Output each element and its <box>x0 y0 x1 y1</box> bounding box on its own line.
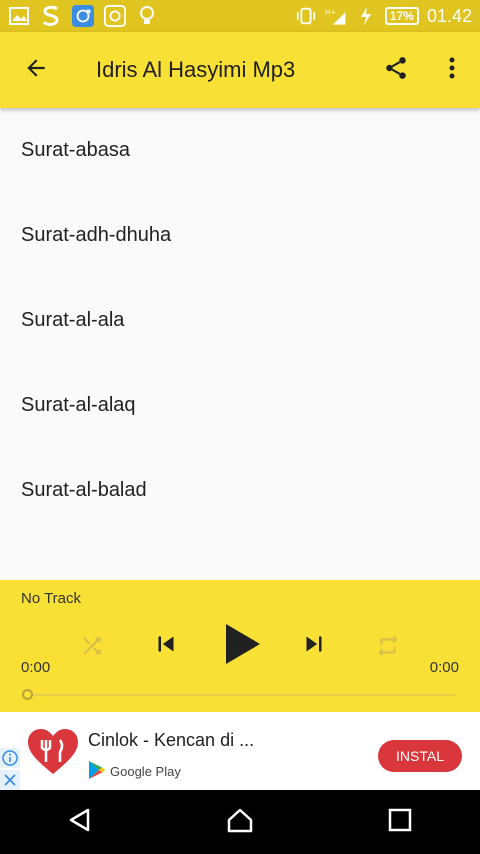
repeat-button[interactable] <box>368 628 408 668</box>
shuffle-icon <box>79 633 105 664</box>
nav-back-button[interactable] <box>50 790 110 854</box>
svg-text:H+: H+ <box>325 7 336 16</box>
skip-next-icon <box>299 629 329 664</box>
elapsed-time: 0:00 <box>21 659 51 676</box>
play-icon <box>222 622 262 671</box>
status-bar: H+ 17% 01.42 <box>0 0 480 32</box>
track-item-al-ala[interactable]: Surat-al-ala <box>0 278 480 363</box>
track-item-abasa[interactable]: Surat-abasa <box>0 108 480 193</box>
repeat-icon <box>375 633 401 664</box>
page-title: Idris Al Hasyimi Mp3 <box>96 57 296 82</box>
ad-store-name: Google Play <box>110 764 181 779</box>
install-button[interactable]: INSTAL <box>378 740 462 772</box>
ad-title: Cinlok - Kencan di ... <box>88 730 255 750</box>
ad-close-icon[interactable] <box>0 770 20 790</box>
app-bar: Idris Al Hasyimi Mp3 <box>0 32 480 108</box>
s-app-notification-icon <box>40 5 62 27</box>
skip-previous-icon <box>151 629 181 664</box>
nav-recents-button[interactable] <box>370 790 430 854</box>
seek-bar[interactable] <box>28 694 456 696</box>
share-button[interactable] <box>368 32 424 108</box>
track-item-al-alaq[interactable]: Surat-al-alaq <box>0 363 480 448</box>
lightbulb-notification-icon <box>136 5 158 27</box>
seek-thumb[interactable] <box>22 689 33 700</box>
track-label: Surat-al-balad <box>21 479 147 501</box>
overflow-menu-button[interactable] <box>424 32 480 108</box>
ad-banner[interactable]: Cinlok - Kencan di ... Google Play INSTA… <box>0 712 480 790</box>
sync-notification-icon <box>72 5 94 27</box>
play-button[interactable] <box>214 618 270 674</box>
google-play-icon <box>88 760 106 783</box>
ad-app-logo <box>26 728 80 776</box>
track-label: Surat-abasa <box>21 139 130 161</box>
track-item-al-balad[interactable]: Surat-al-balad <box>0 448 480 533</box>
arrow-left-icon <box>23 55 49 86</box>
vibrate-icon <box>295 5 317 27</box>
charging-icon <box>355 5 377 27</box>
signal-icon: H+ <box>325 5 347 27</box>
previous-button[interactable] <box>144 624 188 668</box>
track-list: Surat-abasa Surat-adh-dhuha Surat-al-ala… <box>0 108 480 533</box>
gallery-notification-icon <box>8 5 30 27</box>
next-button[interactable] <box>292 624 336 668</box>
more-vert-icon <box>448 56 456 85</box>
duration-time: 0:00 <box>429 659 459 676</box>
square-recents-icon <box>388 808 412 837</box>
track-item-adh-dhuha[interactable]: Surat-adh-dhuha <box>0 193 480 278</box>
track-label: Surat-al-ala <box>21 309 125 331</box>
camera-notification-icon <box>104 5 126 27</box>
ad-info-icon[interactable] <box>0 748 20 768</box>
share-icon <box>383 55 409 86</box>
status-clock: 01.42 <box>426 5 472 26</box>
shuffle-button[interactable] <box>72 628 112 668</box>
ad-store-badge: Google Play <box>88 760 181 783</box>
back-button[interactable] <box>0 32 72 108</box>
player-panel: No Track 0:00 0:00 <box>0 580 480 712</box>
track-label: Surat-adh-dhuha <box>21 224 172 246</box>
track-label: Surat-al-alaq <box>21 394 136 416</box>
now-playing-label: No Track <box>21 590 82 607</box>
battery-level: 17% <box>384 7 419 25</box>
triangle-back-icon <box>67 807 93 838</box>
system-nav-bar <box>0 790 480 854</box>
nav-home-button[interactable] <box>210 790 270 854</box>
home-icon <box>226 807 254 838</box>
